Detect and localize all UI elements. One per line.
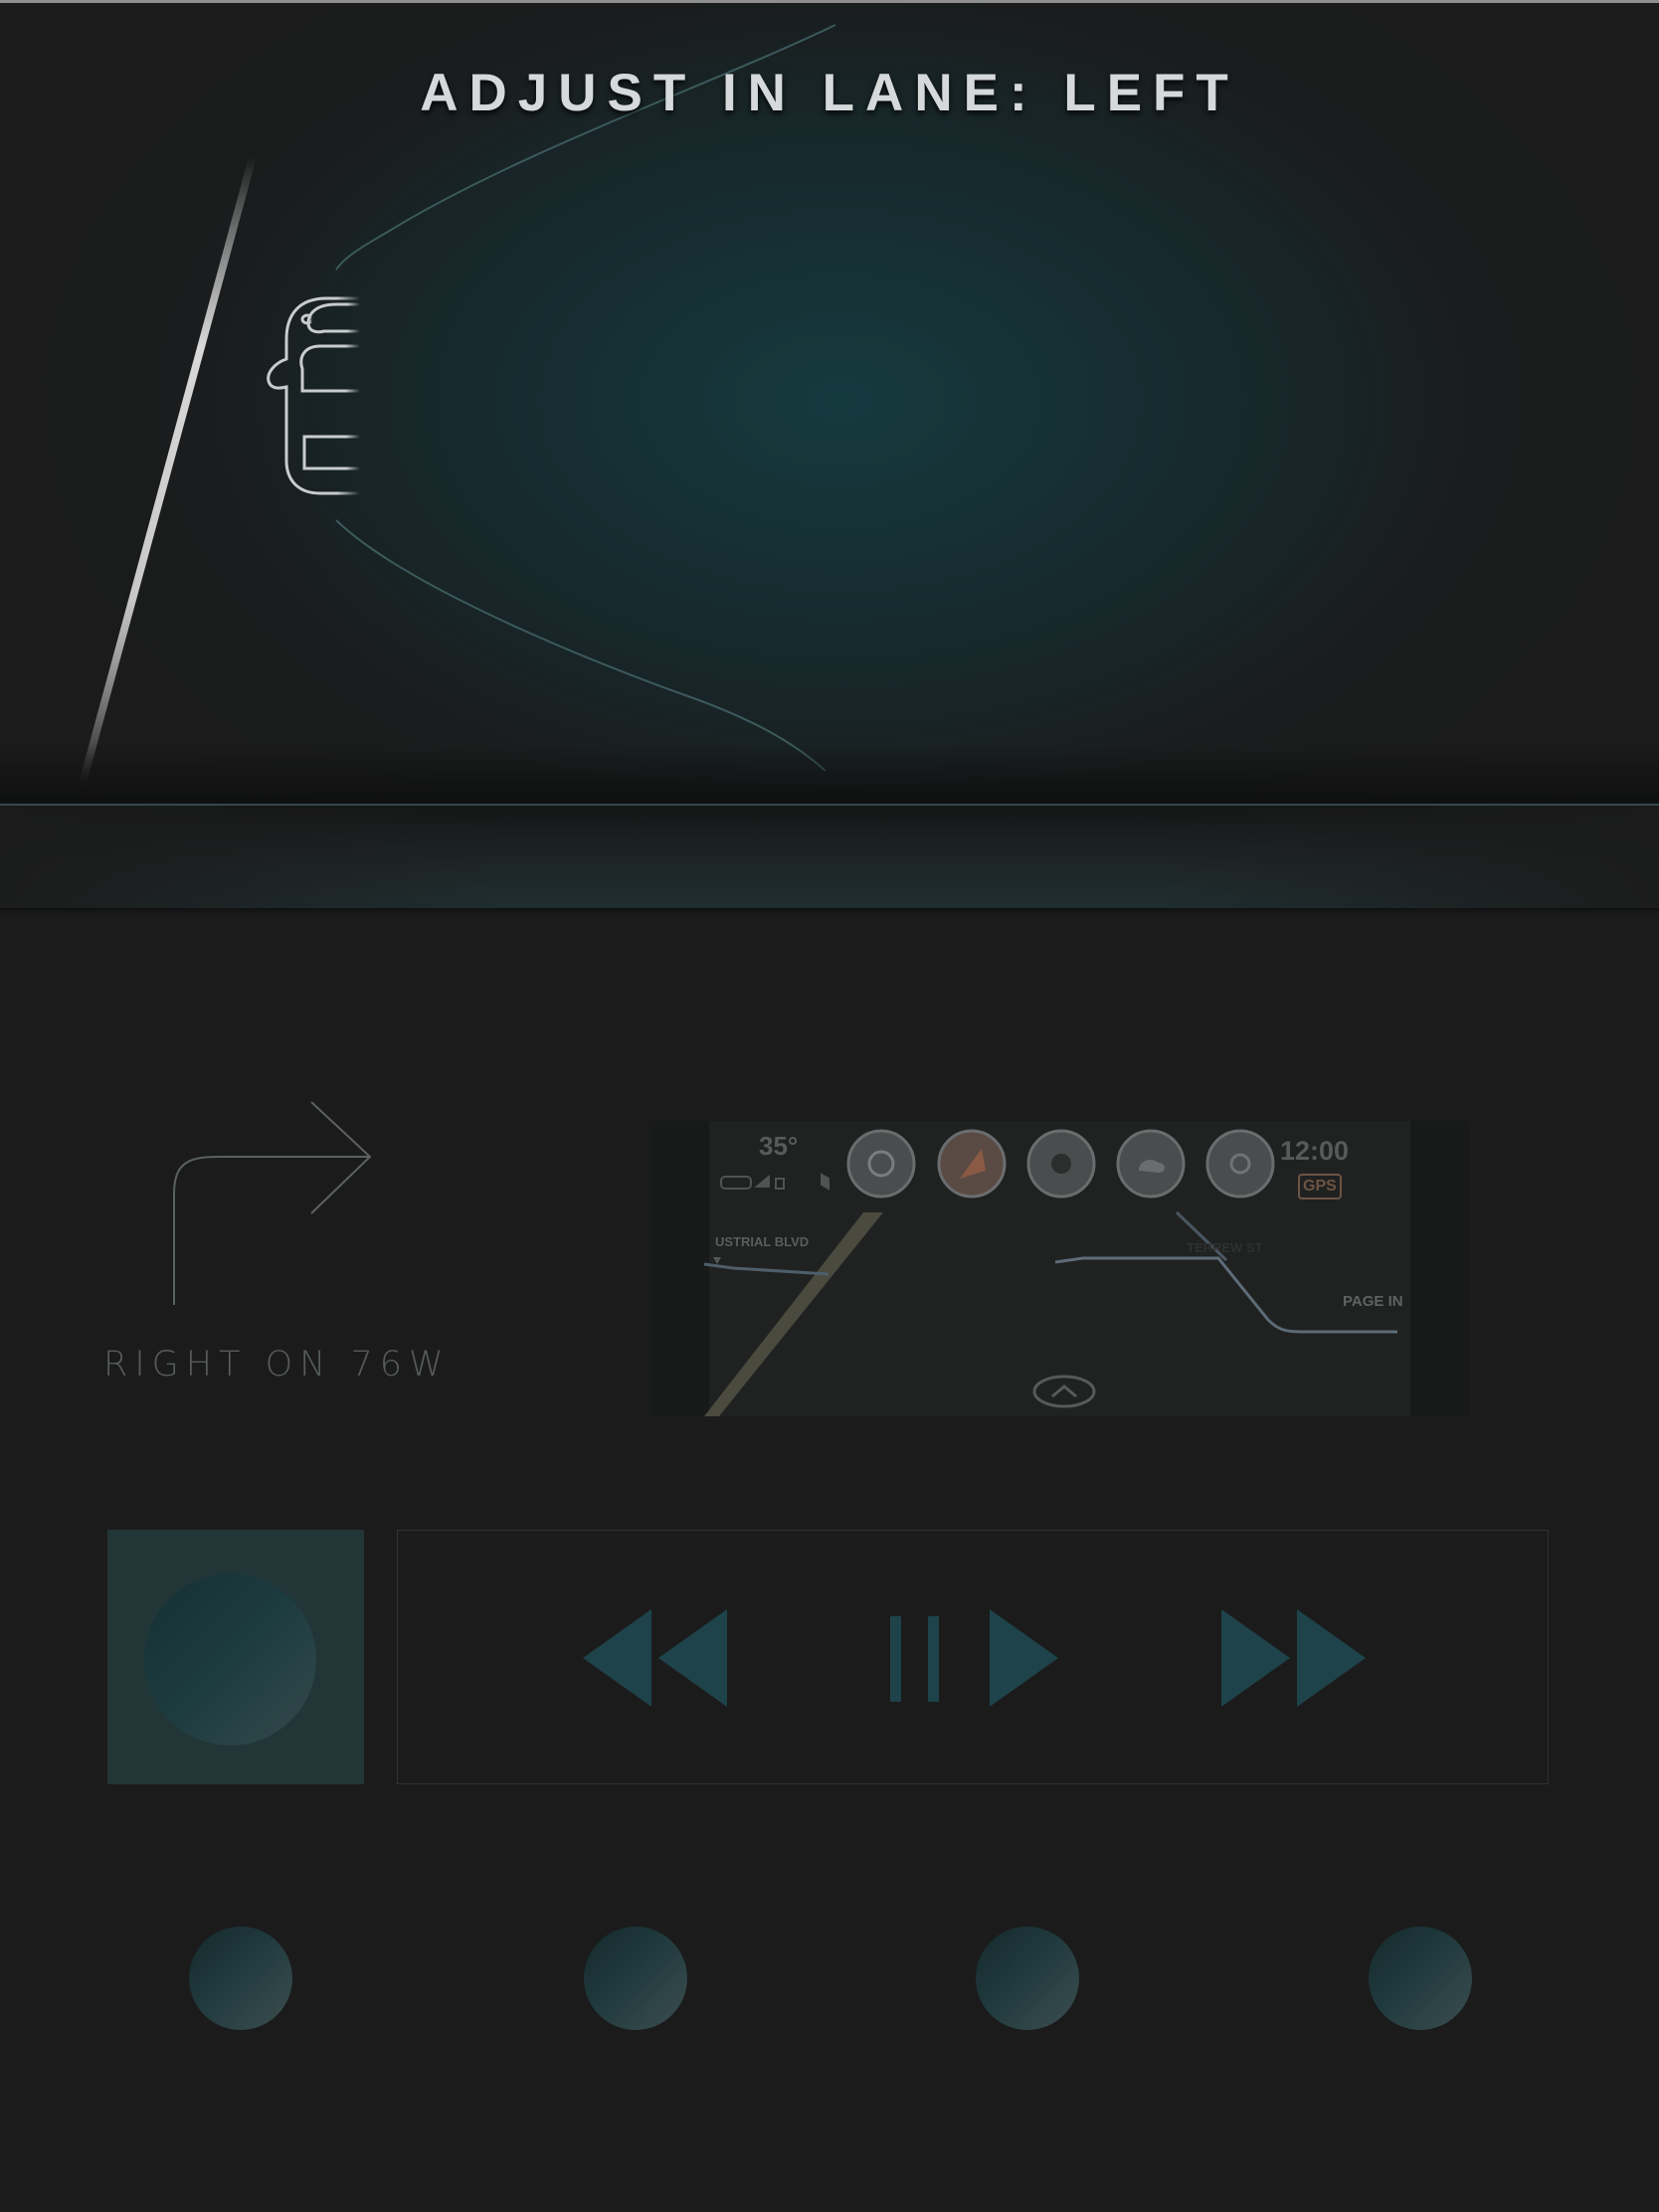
status-band-edge: [0, 908, 1659, 914]
status-band: [0, 806, 1659, 908]
lane-guide-curve-upper: [335, 24, 836, 271]
lane-guide-curve-lower: [335, 519, 827, 772]
media-controls-graphic: [583, 1609, 1366, 1707]
hero-bottom-shadow: [0, 744, 1659, 804]
settings-icon: [1205, 1129, 1275, 1198]
preset-button-1[interactable]: [189, 1927, 292, 2030]
nav-gps-badge: GPS: [1298, 1174, 1342, 1199]
album-disc: [144, 1573, 316, 1746]
turn-instruction: RIGHT ON 76W: [103, 1345, 451, 1384]
nav-preview-thumbnail[interactable]: 35° 12:00 GPS USTRIAL BLVD TERREW ST PAG…: [649, 1121, 1470, 1416]
preset-button-2[interactable]: [584, 1927, 687, 2030]
turn-right-arrow-icon: [173, 1101, 372, 1305]
preset-button-3[interactable]: [976, 1927, 1079, 2030]
nav-street-label: PAGE IN: [1343, 1293, 1403, 1310]
media-controls: [397, 1530, 1549, 1784]
lane-assist-panel: ADJUST IN LANE: LEFT: [0, 3, 1659, 804]
lane-assist-title: ADJUST IN LANE: LEFT: [420, 64, 1239, 122]
fast-forward-icon[interactable]: [1221, 1609, 1366, 1707]
lane-marker-line: [78, 157, 257, 787]
album-art[interactable]: [107, 1530, 364, 1784]
nav-street-label: TERREW ST: [1187, 1240, 1263, 1255]
preset-button-4[interactable]: [1369, 1927, 1472, 2030]
play-pause-icon[interactable]: [890, 1609, 1058, 1707]
nav-time: 12:00: [1280, 1136, 1350, 1166]
rewind-icon[interactable]: [583, 1609, 727, 1707]
nav-temperature: 35°: [759, 1131, 799, 1161]
nav-street-label: USTRIAL BLVD: [715, 1234, 810, 1249]
car-icon: [267, 296, 362, 495]
phone-icon: [846, 1129, 916, 1198]
